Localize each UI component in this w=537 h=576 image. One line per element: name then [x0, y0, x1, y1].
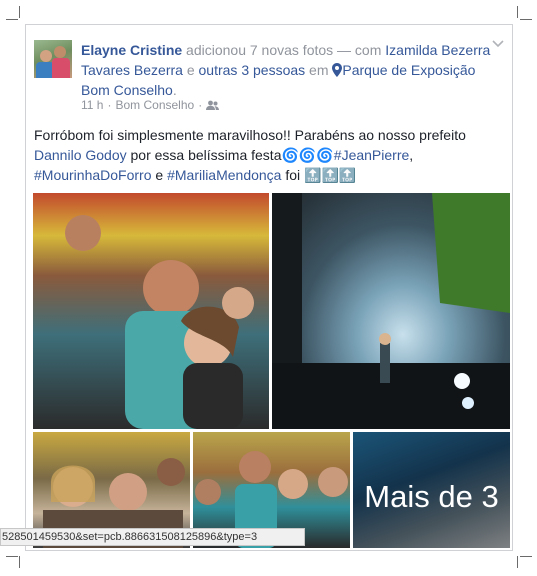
post-timestamp[interactable]: 11 h — [81, 98, 103, 112]
crop-mark — [19, 6, 20, 18]
author-avatar[interactable] — [34, 40, 72, 78]
meta-separator: · — [107, 98, 112, 112]
photo-more-overlay[interactable]: Mais de 3 — [353, 432, 510, 548]
conjunction-text: e — [186, 62, 195, 78]
crop-mark — [517, 556, 518, 568]
audience-friends-icon[interactable] — [206, 100, 220, 111]
crop-mark — [6, 556, 18, 557]
more-photos-label: Mais de 3 — [364, 479, 499, 514]
post-action-text: adicionou 7 novas fotos — com — [186, 42, 382, 58]
location-pin-icon — [332, 63, 343, 77]
and-text: e — [155, 167, 164, 183]
others-link[interactable]: outras 3 pessoas — [199, 62, 306, 78]
post-text: Forróbom foi simplesmente maravilhoso!! … — [34, 125, 504, 185]
more-photos-overlay: Mais de 3 — [353, 432, 510, 548]
location-suffix-text: . — [172, 82, 177, 98]
crop-mark — [517, 6, 518, 18]
post-header: Elayne Cristine adicionou 7 novas fotos … — [81, 40, 491, 100]
photo-crowd-selfie[interactable] — [33, 193, 269, 429]
crop-mark — [520, 556, 532, 557]
crop-mark — [6, 19, 18, 20]
mention-link[interactable]: Dannilo Godoy — [34, 147, 127, 163]
crop-mark — [19, 556, 20, 568]
post-place-link[interactable]: Bom Conselho — [115, 98, 194, 112]
photo-stage-show[interactable] — [272, 193, 510, 429]
location-prefix-text: em — [309, 62, 329, 78]
crop-mark — [520, 19, 532, 20]
author-name-link[interactable]: Elayne Cristine — [81, 42, 182, 58]
hashtag-link[interactable]: #JeanPierre — [334, 147, 410, 163]
post-meta: 11 h · Bom Conselho · — [81, 98, 220, 112]
post-text-part: por essa belíssima festa — [130, 147, 282, 163]
hashtag-link[interactable]: #MourinhaDoForro — [34, 167, 152, 183]
photo-grid: Mais de 3 — [33, 193, 510, 548]
post-text-part: foi — [285, 167, 301, 183]
post-card: Elayne Cristine adicionou 7 novas fotos … — [25, 24, 513, 551]
meta-separator: · — [198, 98, 203, 112]
comma-text: , — [409, 147, 414, 163]
post-text-part: Forróbom foi simplesmente maravilhoso!! … — [34, 127, 466, 143]
hashtag-link[interactable]: #MariliaMendonça — [167, 167, 281, 183]
emoji-cyclone-icon: 🌀🌀🌀 — [281, 147, 334, 163]
browser-status-url: 528501459530&set=pcb.886631508125896&typ… — [0, 528, 305, 546]
menu-chevron-icon[interactable] — [492, 40, 506, 54]
emoji-top-icon: 🔝🔝🔝 — [304, 167, 357, 183]
